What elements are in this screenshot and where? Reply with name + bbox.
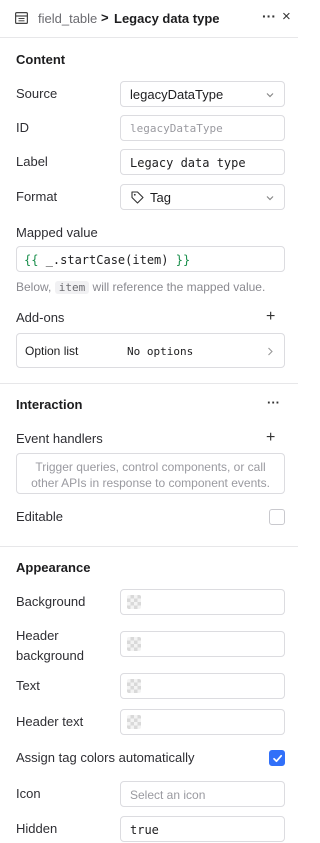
icon-placeholder: Select an icon [130, 788, 206, 802]
source-label: Source [16, 86, 58, 101]
section-title-content: Content [16, 52, 66, 67]
assign-tag-colors-label: Assign tag colors automatically [16, 750, 195, 765]
more-options-icon[interactable]: ··· [262, 8, 276, 24]
more-options-icon[interactable]: ··· [267, 395, 280, 410]
help-text-before: Below, [16, 280, 52, 294]
event-placeholder-line-1: Trigger queries, control components, or … [35, 460, 266, 474]
event-handlers-label: Event handlers [16, 431, 103, 446]
mapped-value-help: Below, item will reference the mapped va… [16, 280, 265, 294]
chevron-down-icon [266, 196, 274, 201]
event-handlers-empty[interactable]: Trigger queries, control components, or … [16, 453, 285, 494]
event-placeholder-line-2: other APIs in response to component even… [31, 476, 270, 490]
section-title-interaction: Interaction [16, 397, 83, 412]
icon-select[interactable]: Select an icon [120, 781, 285, 807]
help-text-after: will reference the mapped value. [92, 280, 266, 294]
template-open: {{ [24, 253, 39, 267]
section-divider [0, 383, 298, 384]
option-list-label: Option list [25, 344, 79, 358]
icon-label: Icon [16, 786, 41, 801]
id-label: ID [16, 120, 29, 135]
template-code: _.startCase(item) [45, 253, 169, 267]
label-input[interactable]: Legacy data type [120, 149, 285, 175]
color-swatch [127, 715, 141, 729]
source-value: legacyDataType [130, 87, 224, 102]
add-addon-icon[interactable]: + [266, 308, 275, 326]
chevron-right-icon [268, 347, 273, 356]
breadcrumb-separator: > [101, 10, 109, 25]
id-input[interactable]: legacyDataType [120, 115, 285, 141]
color-swatch [127, 595, 141, 609]
table-icon [15, 12, 28, 24]
label-label: Label [16, 154, 48, 169]
option-list-value: No options [127, 345, 194, 358]
section-divider [0, 546, 298, 547]
format-value: Tag [150, 190, 171, 205]
hidden-input[interactable]: true [120, 816, 285, 842]
header-text-label: Header text [16, 714, 84, 729]
hidden-label: Hidden [16, 821, 58, 836]
mapped-value-label: Mapped value [16, 225, 98, 240]
label-value: Legacy data type [130, 156, 246, 170]
color-swatch [127, 679, 141, 693]
chevron-down-icon [266, 93, 274, 98]
background-label: Background [16, 594, 86, 609]
hidden-value: true [130, 823, 159, 837]
header-background-label: Header background [16, 626, 84, 666]
breadcrumb-parent[interactable]: field_table [38, 11, 97, 26]
source-select[interactable]: legacyDataType [120, 81, 285, 107]
header-background-label-line-2: background [16, 648, 84, 663]
page-title: Legacy data type [114, 11, 220, 26]
tag-icon [131, 191, 144, 204]
addons-label: Add-ons [16, 310, 65, 325]
format-label: Format [16, 189, 58, 204]
background-color-picker[interactable] [120, 589, 285, 615]
option-list-row[interactable]: Option list No options [16, 333, 285, 368]
text-label: Text [16, 678, 40, 693]
checkmark-icon [273, 754, 283, 763]
id-placeholder: legacyDataType [130, 122, 223, 135]
help-code: item [54, 281, 90, 294]
editable-checkbox[interactable] [269, 509, 285, 525]
header-background-label-line-1: Header [16, 628, 59, 643]
mapped-value-editor[interactable]: {{ _.startCase(item) }} [16, 246, 285, 272]
format-select[interactable]: Tag [120, 184, 285, 210]
assign-tag-colors-checkbox[interactable] [269, 750, 285, 766]
section-title-appearance: Appearance [16, 560, 91, 575]
header-background-color-picker[interactable] [120, 631, 285, 657]
inspector-header: field_table > Legacy data type ··· × [0, 0, 298, 38]
add-event-handler-icon[interactable]: + [266, 429, 275, 447]
text-color-picker[interactable] [120, 673, 285, 699]
template-close: }} [175, 253, 191, 267]
close-icon[interactable]: × [282, 8, 291, 25]
header-text-color-picker[interactable] [120, 709, 285, 735]
editable-label: Editable [16, 509, 63, 524]
color-swatch [127, 637, 141, 651]
